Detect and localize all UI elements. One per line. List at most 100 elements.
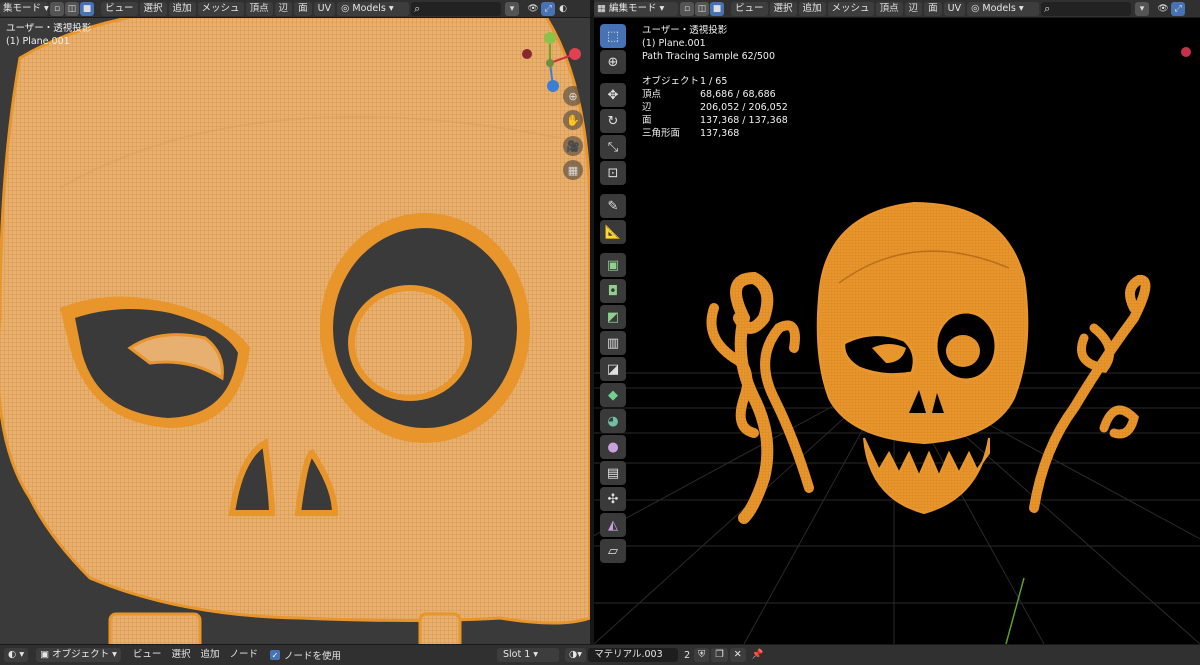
mode-selector[interactable]: 集モード ▾	[0, 1, 49, 16]
material-browse-icon[interactable]: ◑▾	[565, 648, 587, 662]
select-box-icon[interactable]: ⬚	[600, 24, 626, 48]
left-viewport-header: 集モード ▾ ▫ ◫ ■ ビュー 選択 追加 メッシュ 頂点 辺 面 UV ◎ …	[0, 0, 590, 18]
inset-icon[interactable]: ◘	[600, 279, 626, 303]
unlink-icon[interactable]: ✕	[729, 648, 746, 662]
menu-add[interactable]: 追加	[798, 1, 826, 16]
object-mode-selector[interactable]: ▣ オブジェクト ▾	[36, 648, 121, 662]
extrude-icon[interactable]: ▣	[600, 253, 626, 277]
face-select-icon[interactable]: ■	[80, 1, 94, 16]
use-nodes-toggle[interactable]: ✓ ノードを使用	[269, 648, 341, 662]
object-icon: ▣	[40, 649, 50, 660]
right-viewport-header: ▦ 編集モード ▾ ▫ ◫ ■ ビュー 選択 追加 メッシュ 頂点 辺 面 UV…	[594, 0, 1200, 18]
gizmo-icon[interactable]: ⤢	[1171, 1, 1186, 16]
stat-edges: 辺 206,052 / 206,052	[642, 102, 788, 113]
dropdown-arrow-icon[interactable]: ▾	[505, 1, 520, 16]
pin-icon[interactable]: 📌	[748, 648, 768, 662]
hand-icon[interactable]: ✋	[563, 110, 583, 130]
menu-mesh[interactable]: メッシュ	[827, 1, 874, 16]
transform-icon[interactable]: ⊡	[600, 161, 626, 185]
menu-mesh[interactable]: メッシュ	[197, 1, 244, 16]
shrink-icon[interactable]: ✣	[600, 487, 626, 511]
cursor-icon[interactable]: ⊕	[600, 50, 626, 74]
stat-triangles: 三角形面 137,368	[642, 128, 740, 139]
view-name: ユーザー・透視投影	[642, 25, 728, 36]
node-editor-icon: ◐	[8, 649, 17, 660]
shear-icon[interactable]: ◭	[600, 513, 626, 537]
menu-face[interactable]: 面	[294, 1, 312, 16]
menu-view[interactable]: ビュー	[731, 1, 768, 16]
object-name: (1) Plane.001	[6, 36, 70, 47]
face-select-icon[interactable]: ■	[710, 1, 724, 16]
scale-icon[interactable]: ⤡	[600, 135, 626, 159]
edge-select-icon[interactable]: ◫	[65, 1, 79, 16]
slot-selector[interactable]: Slot 1 ▾	[497, 648, 559, 662]
edge-select-icon[interactable]: ◫	[695, 1, 709, 16]
polybuild-icon[interactable]: ◆	[600, 383, 626, 407]
menu-uv[interactable]: UV	[313, 1, 336, 16]
menu-uv[interactable]: UV	[943, 1, 966, 16]
right-viewport[interactable]: ユーザー・透視投影 (1) Plane.001 Path Tracing Sam…	[594, 18, 1200, 644]
fake-user-icon[interactable]: ⛨	[694, 648, 710, 662]
rotate-icon[interactable]: ↻	[600, 109, 626, 133]
grid-icon[interactable]: ▦	[563, 160, 583, 180]
search-icon: ⌕	[1044, 1, 1051, 15]
move-icon[interactable]: ✥	[600, 83, 626, 107]
gizmo-icon[interactable]: ⤢	[541, 1, 556, 16]
stat-objects: オブジェクト 1 / 65	[642, 76, 728, 87]
menu-add[interactable]: 追加	[196, 648, 223, 662]
left-viewport[interactable]: ユーザー・透視投影 (1) Plane.001 ⊕ ✋ 🎥 ▦	[0, 18, 590, 644]
dropdown-arrow-icon[interactable]: ▾	[1135, 1, 1150, 16]
menu-edge[interactable]: 辺	[904, 1, 923, 16]
search-field[interactable]: ⌕	[411, 1, 502, 16]
annotate-icon[interactable]: ✎	[600, 194, 626, 218]
spin-icon[interactable]: ◕	[600, 409, 626, 433]
overlay-icon[interactable]: ◐	[556, 2, 570, 16]
menu-view[interactable]: ビュー	[101, 1, 138, 16]
search-icon: ⌕	[414, 1, 421, 15]
edit-mode-icon: ▦	[597, 2, 606, 14]
loopcut-icon[interactable]: ▥	[600, 331, 626, 355]
menu-select[interactable]: 選択	[769, 1, 797, 16]
editor-type-selector[interactable]: ◐ ▾	[4, 648, 29, 662]
skull-closeup-mesh	[0, 18, 590, 644]
render-status: Path Tracing Sample 62/500	[642, 51, 776, 62]
smooth-icon[interactable]: ●	[600, 435, 626, 459]
checkbox-icon[interactable]: ✓	[269, 650, 280, 660]
models-selector[interactable]: ◎ Models ▾	[337, 1, 410, 16]
material-name-field[interactable]: マテリアル.003	[588, 648, 679, 662]
vertex-select-icon[interactable]: ▫	[680, 1, 694, 16]
bevel-icon[interactable]: ◩	[600, 305, 626, 329]
zoom-icon[interactable]: ⊕	[563, 86, 583, 106]
menu-vertex[interactable]: 頂点	[875, 1, 903, 16]
visibility-icon[interactable]: 👁	[1156, 2, 1170, 16]
visibility-icon[interactable]: 👁	[526, 2, 540, 16]
mode-selector[interactable]: ▦ 編集モード ▾	[594, 1, 678, 16]
object-name: (1) Plane.001	[642, 38, 706, 49]
menu-node[interactable]: ノード	[225, 648, 262, 662]
camera-icon[interactable]: 🎥	[563, 136, 583, 156]
stat-vertices: 頂点 68,686 / 68,686	[642, 89, 776, 100]
menu-face[interactable]: 面	[924, 1, 942, 16]
rip-icon[interactable]: ▱	[600, 539, 626, 563]
light-indicator-icon[interactable]	[1181, 47, 1191, 57]
menu-select[interactable]: 選択	[167, 648, 194, 662]
models-selector[interactable]: ◎ Models ▾	[967, 1, 1040, 16]
measure-icon[interactable]: 📐	[600, 220, 626, 244]
globe-icon: ◎	[341, 2, 350, 14]
menu-add[interactable]: 追加	[168, 1, 196, 16]
y-axis-line	[1005, 577, 1025, 644]
vertex-select-icon[interactable]: ▫	[50, 1, 64, 16]
menu-vertex[interactable]: 頂点	[245, 1, 273, 16]
menu-select[interactable]: 選択	[139, 1, 167, 16]
stat-faces: 面 137,368 / 137,368	[642, 115, 788, 126]
duplicate-icon[interactable]: ❐	[711, 648, 728, 662]
tool-shelf: ⬚ ⊕ ✥ ↻ ⤡ ⊡ ✎ 📐 ▣ ◘ ◩ ▥ ◪ ◆ ◕ ● ▤ ✣ ◭ ▱	[598, 22, 628, 565]
knife-icon[interactable]: ◪	[600, 357, 626, 381]
material-user-count: 2	[684, 649, 691, 661]
view-name: ユーザー・透視投影	[6, 23, 92, 34]
menu-edge[interactable]: 辺	[274, 1, 293, 16]
search-field[interactable]: ⌕	[1041, 1, 1132, 16]
node-editor-header: ◐ ▾ ▣ オブジェクト ▾ ビュー 選択 追加 ノード ✓ ノードを使用 Slo…	[0, 644, 1200, 665]
edge-slide-icon[interactable]: ▤	[600, 461, 626, 485]
menu-view[interactable]: ビュー	[129, 648, 166, 662]
